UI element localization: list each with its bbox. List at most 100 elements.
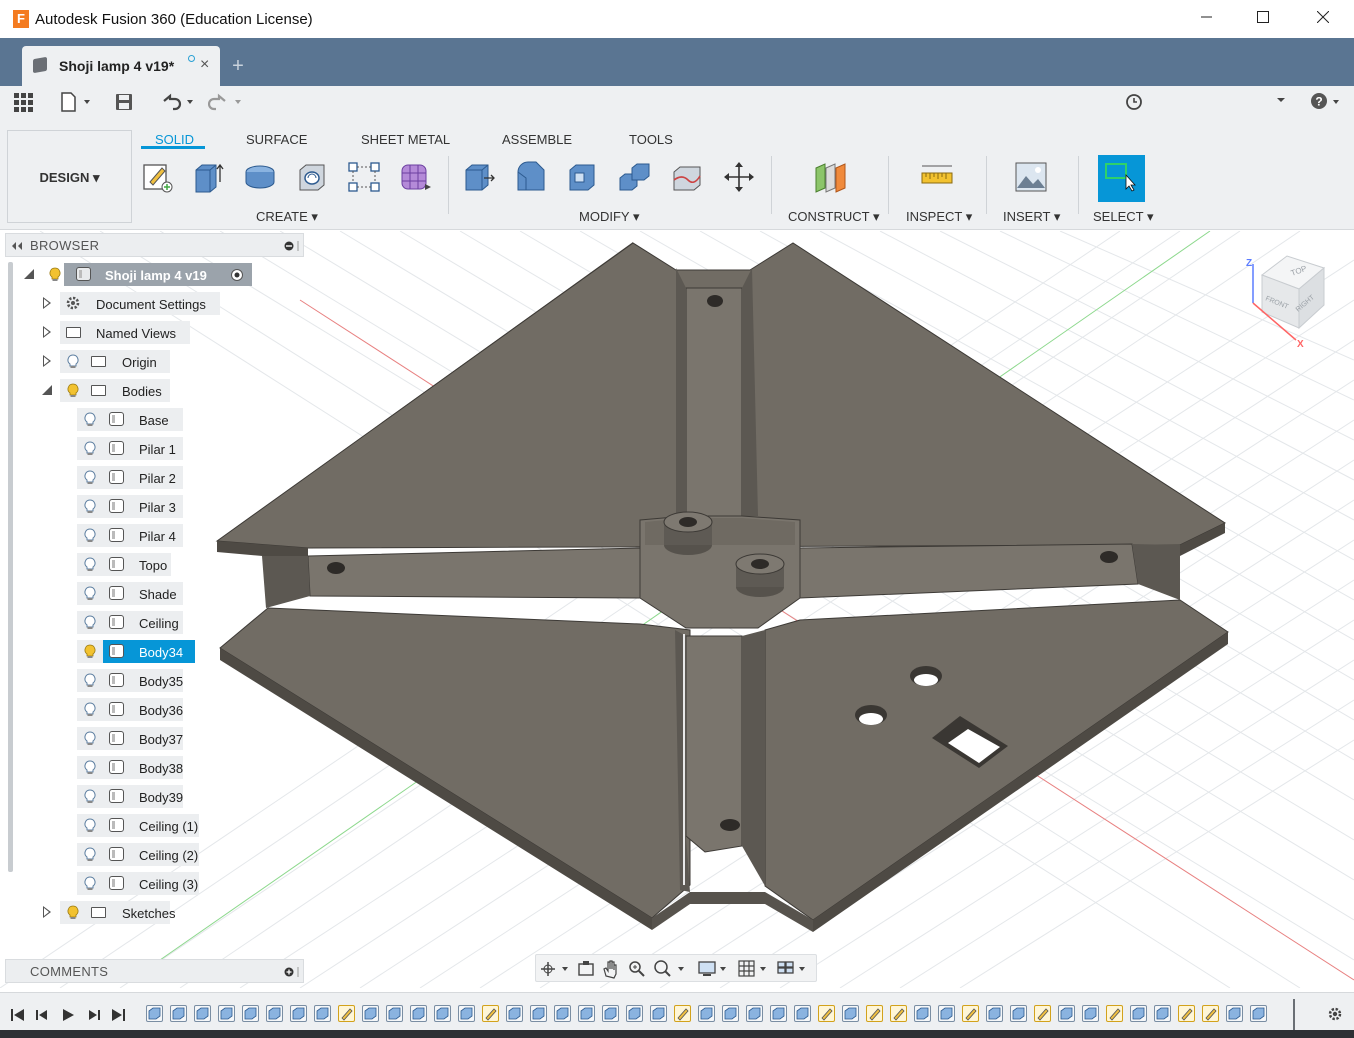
timeline-feature-icon[interactable] xyxy=(242,1005,259,1022)
visibility-bulb-icon[interactable] xyxy=(84,557,96,572)
visibility-bulb-icon[interactable] xyxy=(84,470,96,485)
press-pull-button[interactable] xyxy=(462,160,496,194)
maximize-button[interactable] xyxy=(1240,6,1286,32)
timeline-start-button[interactable] xyxy=(10,1007,26,1026)
timeline-sketch-icon[interactable] xyxy=(818,1005,835,1022)
visibility-bulb-icon[interactable] xyxy=(84,615,96,630)
visibility-bulb-icon[interactable] xyxy=(84,818,96,833)
timeline-feature-icon[interactable] xyxy=(650,1005,667,1022)
timeline-feature-icon[interactable] xyxy=(1130,1005,1147,1022)
timeline-feature-icon[interactable] xyxy=(626,1005,643,1022)
select-button[interactable] xyxy=(1098,155,1145,202)
visibility-bulb-icon[interactable] xyxy=(84,673,96,688)
insert-image-button[interactable] xyxy=(1014,160,1048,194)
timeline-sketch-icon[interactable] xyxy=(338,1005,355,1022)
visibility-bulb-icon[interactable] xyxy=(84,847,96,862)
timeline-end-button[interactable] xyxy=(110,1007,126,1026)
fit-zoom-icon[interactable] xyxy=(653,959,687,979)
replace-face-button[interactable] xyxy=(670,160,704,194)
visibility-bulb-icon[interactable] xyxy=(84,731,96,746)
timeline-next-button[interactable] xyxy=(85,1007,101,1026)
move-copy-button[interactable] xyxy=(722,160,756,194)
look-at-icon[interactable] xyxy=(578,959,596,979)
activate-component-icon[interactable] xyxy=(230,268,244,282)
timeline-feature-icon[interactable] xyxy=(1058,1005,1075,1022)
timeline-feature-icon[interactable] xyxy=(1082,1005,1099,1022)
pattern-button[interactable] xyxy=(347,160,381,194)
timeline-feature-icon[interactable] xyxy=(794,1005,811,1022)
timeline-feature-icon[interactable] xyxy=(314,1005,331,1022)
new-tab-button[interactable]: + xyxy=(224,52,252,80)
timeline-sketch-icon[interactable] xyxy=(1178,1005,1195,1022)
visibility-bulb-icon[interactable] xyxy=(84,528,96,543)
timeline-feature-icon[interactable] xyxy=(194,1005,211,1022)
modify-group-label[interactable]: MODIFY ▾ xyxy=(579,209,639,225)
timeline-feature-icon[interactable] xyxy=(842,1005,859,1022)
timeline-feature-icon[interactable] xyxy=(722,1005,739,1022)
visibility-bulb-icon[interactable] xyxy=(84,412,96,427)
timeline-sketch-icon[interactable] xyxy=(482,1005,499,1022)
browser-panel-header[interactable]: BROWSER xyxy=(5,233,304,257)
collapse-triangle-icon[interactable] xyxy=(42,385,52,395)
timeline-feature-icon[interactable] xyxy=(530,1005,547,1022)
close-tab-button[interactable]: × xyxy=(200,56,209,74)
viewports-icon[interactable] xyxy=(777,959,809,979)
timeline-sketch-icon[interactable] xyxy=(1034,1005,1051,1022)
expand-triangle-icon[interactable] xyxy=(43,906,51,918)
browser-scrollbar[interactable] xyxy=(8,262,13,872)
visibility-bulb-icon[interactable] xyxy=(84,876,96,891)
combine-button[interactable] xyxy=(618,160,652,194)
inspect-group-label[interactable]: INSPECT ▾ xyxy=(906,209,972,225)
tab-solid[interactable]: SOLID xyxy=(155,132,194,147)
job-status-button[interactable] xyxy=(1125,90,1143,114)
visibility-bulb-icon[interactable] xyxy=(49,267,61,282)
select-group-label[interactable]: SELECT ▾ xyxy=(1093,209,1153,225)
visibility-bulb-icon[interactable] xyxy=(84,789,96,804)
timeline-feature-icon[interactable] xyxy=(578,1005,595,1022)
timeline-feature-icon[interactable] xyxy=(1154,1005,1171,1022)
zoom-icon[interactable] xyxy=(628,959,646,979)
timeline-feature-icon[interactable] xyxy=(146,1005,163,1022)
account-dropdown-button[interactable] xyxy=(1276,90,1286,114)
minimize-button[interactable] xyxy=(1184,6,1230,32)
timeline-feature-icon[interactable] xyxy=(986,1005,1003,1022)
shell-button[interactable] xyxy=(566,160,600,194)
workspace-switcher-button[interactable]: DESIGN ▾ xyxy=(7,130,132,223)
pan-hand-icon[interactable] xyxy=(602,959,620,979)
timeline-feature-icon[interactable] xyxy=(938,1005,955,1022)
timeline-sketch-icon[interactable] xyxy=(674,1005,691,1022)
undo-button[interactable] xyxy=(161,90,197,114)
create-group-label[interactable]: CREATE ▾ xyxy=(256,209,318,225)
fillet-button[interactable] xyxy=(514,160,548,194)
visibility-bulb-icon[interactable] xyxy=(84,586,96,601)
tab-assemble[interactable]: ASSEMBLE xyxy=(502,132,572,147)
orbit-icon[interactable] xyxy=(540,959,570,979)
visibility-bulb-icon[interactable] xyxy=(67,383,79,398)
visibility-bulb-icon[interactable] xyxy=(84,760,96,775)
data-panel-button[interactable] xyxy=(13,90,33,114)
timeline-feature-icon[interactable] xyxy=(410,1005,427,1022)
comments-panel-header[interactable]: COMMENTS xyxy=(5,959,304,983)
document-tab[interactable]: Shoji lamp 4 v19* × xyxy=(22,46,220,86)
browser-options-icon[interactable] xyxy=(283,240,301,252)
timeline-feature-icon[interactable] xyxy=(506,1005,523,1022)
view-cube[interactable]: TOP FRONT RIGHT Z X xyxy=(1246,255,1326,350)
insert-group-label[interactable]: INSERT ▾ xyxy=(1003,209,1060,225)
timeline-sketch-icon[interactable] xyxy=(866,1005,883,1022)
timeline-sketch-icon[interactable] xyxy=(1202,1005,1219,1022)
timeline-feature-icon[interactable] xyxy=(554,1005,571,1022)
save-button[interactable] xyxy=(115,90,133,114)
create-sketch-button[interactable] xyxy=(140,160,174,194)
form-button[interactable] xyxy=(399,160,433,194)
timeline-feature-icon[interactable] xyxy=(218,1005,235,1022)
timeline-marker[interactable] xyxy=(1293,999,1295,1031)
revolve-button[interactable] xyxy=(243,160,277,194)
timeline-settings-button[interactable] xyxy=(1326,1005,1344,1026)
lamp-base-model[interactable] xyxy=(215,242,1229,932)
timeline-play-button[interactable] xyxy=(60,1007,76,1026)
tab-surface[interactable]: SURFACE xyxy=(246,132,307,147)
tab-tools[interactable]: TOOLS xyxy=(629,132,673,147)
extrude-button[interactable] xyxy=(191,160,225,194)
help-button[interactable]: ? xyxy=(1310,90,1344,114)
timeline-feature-icon[interactable] xyxy=(602,1005,619,1022)
